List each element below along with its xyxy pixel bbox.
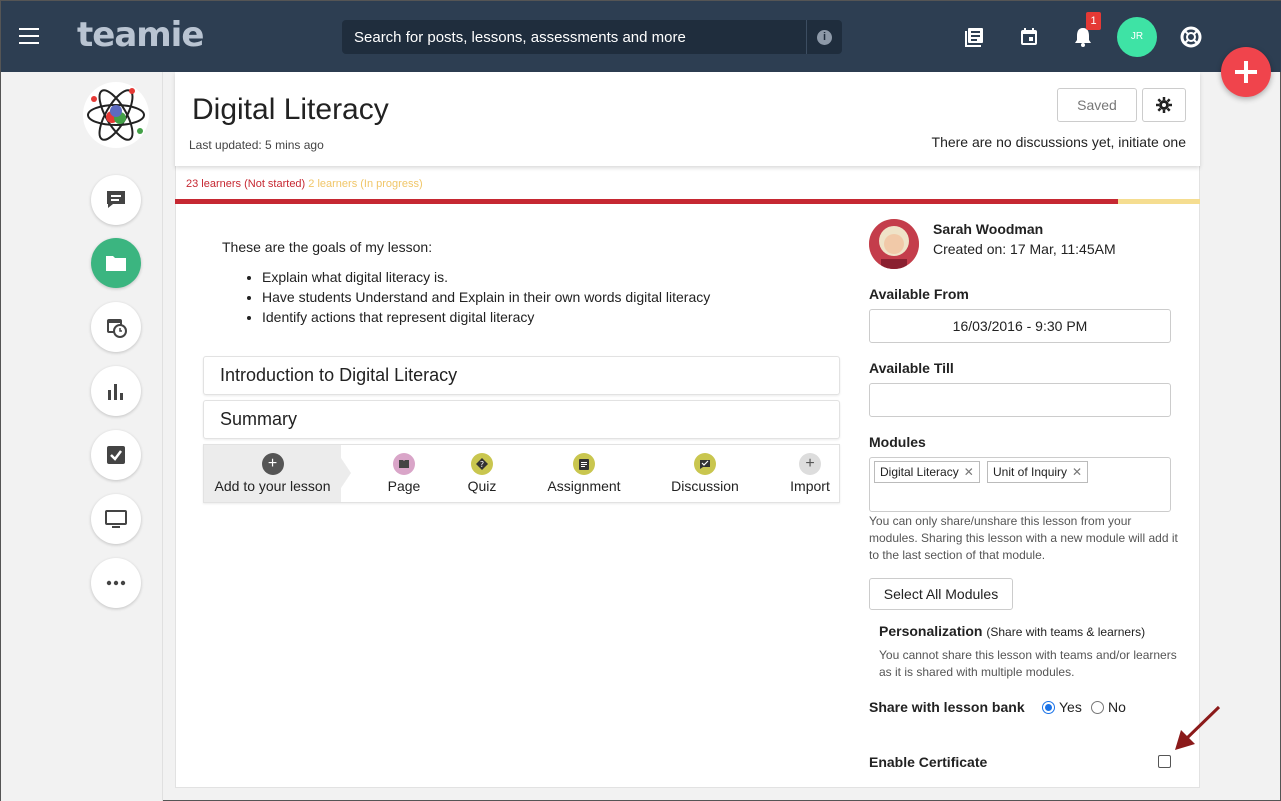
module-tag-label: Unit of Inquiry [993,465,1068,479]
personalization-heading: Personalization (Share with teams & lear… [879,623,1145,639]
calendar-clock-icon [107,319,127,338]
learner-progress-text: 23 learners (Not started) 2 learners (In… [186,178,423,190]
chat-icon [107,191,125,208]
add-page-button[interactable]: Page [374,445,434,502]
goal-item: Have students Understand and Explain in … [262,289,710,305]
modules-help-text: You can only share/unshare this lesson f… [869,514,1178,562]
quiz-label: Quiz [467,478,497,494]
search-input[interactable] [342,28,806,46]
progress-bar-fill [175,199,1118,204]
author-name: Sarah Woodman [933,221,1044,237]
monitor-icon [105,510,127,528]
top-navigation-bar: teamie i 1 JR [1,1,1281,72]
section-introduction[interactable]: Introduction to Digital Literacy [203,356,840,395]
add-to-lesson-bar: + Add to your lesson Page ? Quiz Assignm… [203,444,840,503]
personalization-note: You cannot share this lesson with teams … [879,648,1177,679]
book-icon[interactable] [963,25,987,49]
modules-select[interactable]: Digital Literacy ✕ Unit of Inquiry ✕ [869,457,1171,512]
enable-certificate-checkbox[interactable] [1158,755,1171,768]
page-title: Digital Literacy [192,93,389,126]
share-no-label: No [1108,699,1126,715]
goal-item: Explain what digital literacy is. [262,269,710,285]
author-created-date: Created on: 17 Mar, 11:45AM [933,241,1116,257]
available-till-label: Available Till [869,360,954,376]
add-quiz-button[interactable]: ? Quiz [452,445,512,502]
share-lesson-bank-label: Share with lesson bank [869,699,1025,715]
last-updated-text: Last updated: 5 mins ago [189,138,324,152]
gear-icon [1156,97,1172,113]
learner-progress-bar [175,199,1200,204]
sidebar-schedule-button[interactable] [91,302,141,352]
section-summary[interactable]: Summary [203,400,840,439]
sidebar-assessments-button[interactable] [91,430,141,480]
enable-certificate-label: Enable Certificate [869,754,988,770]
sidebar-materials-button[interactable] [91,238,141,288]
page-label: Page [387,478,421,494]
course-atom-logo [82,81,150,149]
lesson-header: Digital Literacy Last updated: 5 mins ag… [175,72,1200,166]
select-all-modules-button[interactable]: Select All Modules [869,578,1013,610]
quiz-icon: ? [471,453,493,475]
not-started-count[interactable]: 23 learners (Not started) [186,178,305,190]
radio-checked-icon [1042,700,1055,714]
modules-label: Modules [869,434,926,450]
help-lifebuoy-icon[interactable] [1179,25,1203,49]
add-to-lesson-label: Add to your lesson [214,478,331,494]
left-sidebar [1,72,163,801]
discussion-label: Discussion [671,478,739,494]
remove-tag-icon[interactable]: ✕ [964,465,974,479]
user-avatar[interactable]: JR [1117,17,1157,57]
discussion-icon [694,453,716,475]
available-from-label: Available From [869,286,969,302]
share-yes-radio[interactable]: Yes [1042,699,1082,715]
search-info-button[interactable]: i [806,20,842,54]
author-avatar [869,219,919,269]
discussion-note[interactable]: There are no discussions yet, initiate o… [932,134,1186,150]
folder-icon [106,256,126,271]
personalization-title: Personalization [879,623,983,639]
sidebar-discussions-button[interactable] [91,175,141,225]
info-icon: i [817,29,832,45]
share-yes-label: Yes [1059,699,1082,715]
menu-icon[interactable] [19,28,39,44]
sidebar-more-button[interactable] [91,558,141,608]
search-bar: i [342,20,842,54]
radio-unchecked-icon [1091,700,1104,714]
personalization-subtitle: (Share with teams & learners) [986,625,1146,639]
svg-text:?: ? [480,460,484,469]
notification-badge: 1 [1086,12,1101,30]
share-no-radio[interactable]: No [1091,699,1126,715]
add-import-button[interactable]: + Import [780,445,840,502]
module-tag: Digital Literacy ✕ [874,461,980,483]
assignment-label: Assignment [547,478,621,494]
module-tag-label: Digital Literacy [880,465,959,479]
goals-list: Explain what digital literacy is. Have s… [262,269,710,329]
annotation-arrow-icon [1175,705,1221,750]
checkbox-icon [107,446,125,464]
saved-button[interactable]: Saved [1057,88,1137,122]
add-assignment-button[interactable]: Assignment [539,445,629,502]
sidebar-analytics-button[interactable] [91,366,141,416]
create-new-button[interactable] [1221,47,1271,97]
more-dots-icon [106,580,126,586]
available-from-input[interactable] [869,309,1171,343]
in-progress-count[interactable]: 2 learners (In progress) [308,178,422,190]
bar-chart-icon [108,384,123,400]
import-label: Import [790,478,830,494]
goal-item: Identify actions that represent digital … [262,309,710,325]
add-discussion-button[interactable]: Discussion [660,445,750,502]
teamie-logo[interactable]: teamie [77,15,204,55]
module-tag: Unit of Inquiry ✕ [987,461,1089,483]
remove-tag-icon[interactable]: ✕ [1072,465,1082,479]
add-to-lesson-button[interactable]: + Add to your lesson [204,445,351,502]
goals-intro: These are the goals of my lesson: [222,239,433,255]
settings-button[interactable] [1142,88,1186,122]
assignment-icon [573,453,595,475]
page-icon [393,453,415,475]
plus-icon: + [261,453,284,475]
calendar-icon[interactable] [1017,25,1041,49]
sidebar-present-button[interactable] [91,494,141,544]
available-till-input[interactable] [869,383,1171,417]
import-plus-icon: + [799,453,821,475]
